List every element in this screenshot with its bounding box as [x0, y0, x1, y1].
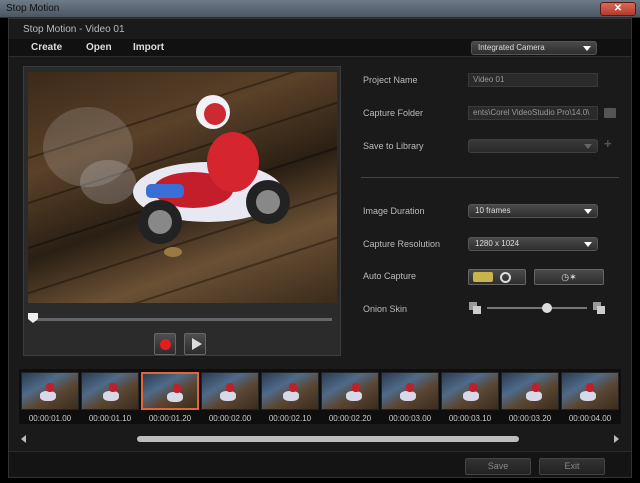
play-button[interactable]	[184, 333, 206, 355]
camera-select[interactable]: Integrated Camera	[471, 41, 597, 55]
frame-thumbnail-rider	[109, 383, 117, 392]
frame-thumbnail-image	[400, 391, 416, 401]
record-button[interactable]	[154, 333, 176, 355]
section-divider	[361, 177, 619, 178]
preview-panel	[23, 66, 341, 356]
filmstrip-frame[interactable]	[561, 372, 619, 410]
onion-skin-slider-track[interactable]	[487, 307, 587, 309]
frame-thumbnail-image	[580, 391, 596, 401]
save-to-library-select	[468, 139, 598, 153]
frame-timecode: 00:00:01.20	[148, 414, 192, 423]
frame-timecode: 00:00:03.20	[508, 414, 552, 423]
capture-resolution-select[interactable]: 1280 x 1024	[468, 237, 598, 251]
chevron-down-icon	[584, 242, 592, 247]
menu-import[interactable]: Import	[133, 42, 164, 53]
capture-folder-label: Capture Folder	[363, 108, 424, 118]
frame-timecode: 00:00:02.20	[328, 414, 372, 423]
scroll-left-icon[interactable]	[21, 435, 26, 443]
frame-thumbnail-rider	[532, 383, 540, 392]
frame-thumbnail-rider	[586, 383, 594, 392]
onion-skin-more-icon[interactable]	[593, 302, 605, 314]
scroll-right-icon[interactable]	[614, 435, 619, 443]
filmstrip: 00:00:01.00 00:00:01.10 00:00:01.20 00:00:0…	[19, 369, 621, 424]
record-icon	[160, 339, 171, 350]
chevron-down-icon	[584, 144, 592, 149]
image-duration-value: 10 frames	[475, 206, 511, 215]
frame-thumbnail-rider	[173, 384, 181, 393]
capture-resolution-label: Capture Resolution	[363, 239, 441, 249]
auto-capture-timer-button[interactable]: ◷✶	[534, 269, 604, 285]
motorcycle-toy-image	[43, 95, 290, 257]
chevron-down-icon	[583, 46, 591, 51]
frame-timecode: 00:00:01.10	[88, 414, 132, 423]
camera-select-value: Integrated Camera	[478, 43, 545, 52]
filmstrip-frame[interactable]	[21, 372, 79, 410]
toggle-on-icon[interactable]	[473, 272, 493, 282]
menu-bar: Create Open Import Integrated Camera	[9, 39, 631, 57]
plus-icon: +	[604, 136, 612, 151]
capture-resolution-value: 1280 x 1024	[475, 239, 520, 248]
frame-timecode: 00:00:03.00	[388, 414, 432, 423]
save-button[interactable]: Save	[465, 458, 531, 475]
window-title: Stop Motion	[6, 3, 60, 14]
frame-thumbnail-image	[283, 391, 299, 401]
frame-thumbnail-rider	[46, 383, 54, 392]
stop-motion-dialog: Stop Motion - Video 01 Create Open Impor…	[8, 18, 632, 478]
frame-thumbnail-image	[463, 391, 479, 401]
onion-skin-label: Onion Skin	[363, 304, 408, 314]
frame-timecode: 00:00:03.10	[448, 414, 492, 423]
frame-timecode: 00:00:02.00	[208, 414, 252, 423]
frame-timecode: 00:00:01.00	[28, 414, 72, 423]
image-duration-select[interactable]: 10 frames	[468, 204, 598, 218]
window-close-button[interactable]: ✕	[600, 2, 636, 16]
dialog-footer: Save Exit	[9, 451, 631, 477]
onion-skin-slider-thumb[interactable]	[542, 303, 552, 313]
frame-timecode: 00:00:02.10	[268, 414, 312, 423]
image-duration-label: Image Duration	[363, 206, 425, 216]
frame-thumbnail-rider	[352, 383, 360, 392]
filmstrip-scrollbar[interactable]	[19, 435, 621, 443]
project-name-input[interactable]: Video 01	[468, 73, 598, 87]
playback-scrubber-thumb[interactable]	[28, 313, 38, 323]
filmstrip-frame[interactable]	[321, 372, 379, 410]
frame-thumbnail-image	[526, 391, 542, 401]
capture-preview	[28, 72, 337, 303]
window-titlebar: Stop Motion ✕	[0, 0, 640, 18]
save-to-library-label: Save to Library	[363, 141, 424, 151]
capture-folder-input[interactable]: ents\Corel VideoStudio Pro\14.0\	[468, 106, 598, 120]
exit-button[interactable]: Exit	[539, 458, 605, 475]
filmstrip-frame[interactable]	[501, 372, 559, 410]
frame-thumbnail-image	[40, 391, 56, 401]
filmstrip-frame[interactable]	[261, 372, 319, 410]
document-title: Stop Motion - Video 01	[23, 24, 125, 35]
playback-scrubber-track[interactable]	[32, 318, 332, 321]
filmstrip-frame[interactable]	[441, 372, 499, 410]
toggle-off-icon[interactable]	[500, 272, 511, 283]
frame-thumbnail-image	[346, 391, 362, 401]
auto-capture-toggle[interactable]	[468, 269, 526, 285]
frame-timecode: 00:00:04.00	[568, 414, 612, 423]
play-icon	[192, 338, 202, 350]
auto-capture-label: Auto Capture	[363, 271, 417, 281]
filmstrip-frame[interactable]	[381, 372, 439, 410]
menu-open[interactable]: Open	[86, 42, 112, 53]
onion-skin-less-icon[interactable]	[469, 302, 481, 314]
menu-create[interactable]: Create	[31, 42, 62, 53]
filmstrip-frame[interactable]	[201, 372, 259, 410]
frame-thumbnail-rider	[226, 383, 234, 392]
frame-thumbnail-image	[220, 391, 236, 401]
frame-thumbnail-rider	[289, 383, 297, 392]
frame-thumbnail-rider	[469, 383, 477, 392]
frame-thumbnail-image	[167, 392, 183, 402]
folder-icon[interactable]	[604, 108, 616, 118]
chevron-down-icon	[584, 209, 592, 214]
scrollbar-thumb[interactable]	[137, 436, 519, 442]
filmstrip-frame[interactable]	[81, 372, 139, 410]
frame-thumbnail-image	[103, 391, 119, 401]
filmstrip-frame[interactable]	[141, 372, 199, 410]
project-name-label: Project Name	[363, 75, 418, 85]
frame-thumbnail-rider	[406, 383, 414, 392]
